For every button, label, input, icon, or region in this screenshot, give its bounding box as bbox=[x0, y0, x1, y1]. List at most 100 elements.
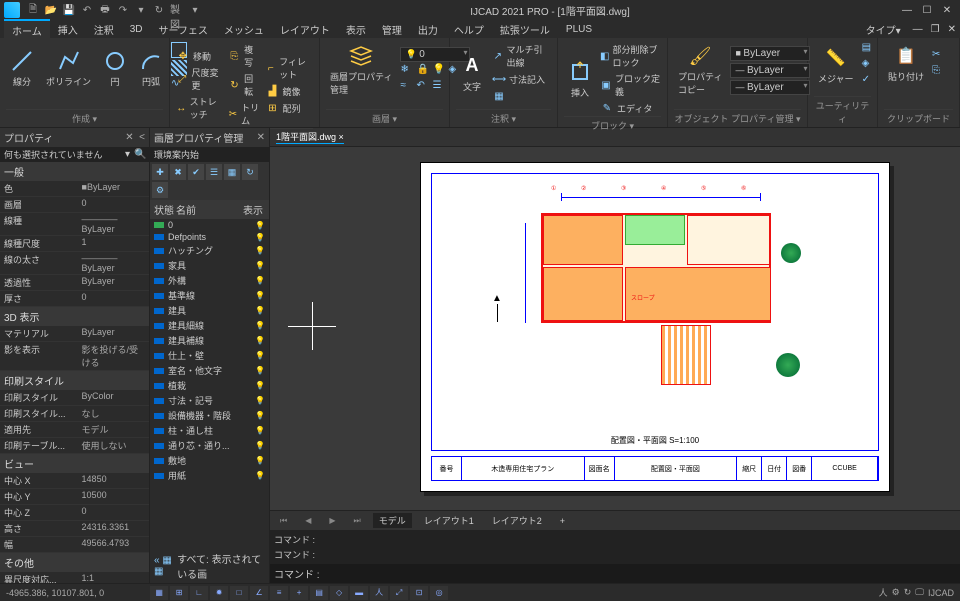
layout-tab-2[interactable]: レイアウト2 bbox=[486, 513, 548, 528]
layer-lock-icon[interactable]: 🔒 bbox=[416, 64, 430, 78]
tab-view[interactable]: 表示 bbox=[338, 20, 374, 39]
tab-first-icon[interactable]: ⏮ bbox=[274, 515, 293, 527]
prop-row[interactable]: 画層0 bbox=[0, 197, 149, 213]
tab-surface[interactable]: サーフェス bbox=[151, 20, 216, 39]
grid-toggle[interactable]: ⊞ bbox=[170, 586, 188, 600]
line-button[interactable]: 線分 bbox=[6, 47, 38, 90]
prop-row[interactable]: 中心 Z0 bbox=[0, 505, 149, 521]
prop-row[interactable]: 中心 Y10500 bbox=[0, 489, 149, 505]
chevron-down-icon[interactable]: ▾ bbox=[134, 3, 148, 17]
filter-icon[interactable]: 🔍 bbox=[134, 149, 146, 160]
util-icon1[interactable]: ▤ bbox=[862, 42, 876, 56]
layer-row[interactable]: 設備機器・階段💡 bbox=[150, 408, 269, 423]
block-partial-button[interactable]: ◧部分削除ブロック bbox=[600, 42, 661, 70]
layer-filter-icon[interactable]: ▦ bbox=[224, 164, 240, 180]
circle-button[interactable]: 円 bbox=[99, 47, 131, 90]
tab-manage[interactable]: 管理 bbox=[374, 20, 410, 39]
layer-prev-icon[interactable]: ↶ bbox=[416, 80, 430, 94]
tab-help[interactable]: ヘルプ bbox=[446, 20, 492, 39]
layer-off-icon[interactable]: 💡 bbox=[432, 64, 446, 78]
layer-row[interactable]: Defpoints💡 bbox=[150, 231, 269, 243]
annotation-scale-icon[interactable]: 人 bbox=[879, 586, 888, 599]
delete-layer-icon[interactable]: ✖ bbox=[170, 164, 186, 180]
layer-row[interactable]: 通り芯・通り...💡 bbox=[150, 438, 269, 453]
layer-row[interactable]: 家具💡 bbox=[150, 258, 269, 273]
redo-icon[interactable]: ↷ bbox=[116, 3, 130, 17]
close-button[interactable]: ✕ bbox=[938, 3, 956, 17]
layer-mgr-button[interactable]: 画層プロパティ 管理 bbox=[326, 42, 396, 98]
polyline-button[interactable]: ポリライン bbox=[42, 47, 95, 90]
layer-settings-icon[interactable]: ⚙ bbox=[152, 182, 168, 198]
copy-icon[interactable]: ⎘ bbox=[932, 65, 946, 79]
cycle-toggle[interactable]: ◎ bbox=[430, 586, 448, 600]
paste-button[interactable]: 📋貼り付け bbox=[884, 42, 928, 85]
tab-next-icon[interactable]: ▶ bbox=[323, 515, 341, 526]
current-layer-icon[interactable]: ✔ bbox=[188, 164, 204, 180]
text-button[interactable]: A文字 bbox=[456, 52, 488, 95]
layer-row[interactable]: 寸法・記号💡 bbox=[150, 393, 269, 408]
prop-category[interactable]: 印刷スタイル bbox=[0, 371, 149, 390]
layer-row[interactable]: 建具💡 bbox=[150, 303, 269, 318]
tab-last-icon[interactable]: ⏭ bbox=[348, 515, 367, 527]
block-editor-button[interactable]: ✎エディタ bbox=[600, 100, 661, 116]
prop-row[interactable]: 適用先モデル bbox=[0, 422, 149, 438]
refresh-icon[interactable]: ↻ bbox=[904, 587, 912, 598]
layer-row[interactable]: 仕上・壁💡 bbox=[150, 348, 269, 363]
layer-row[interactable]: 建具補線💡 bbox=[150, 333, 269, 348]
block-insert-button[interactable]: 挿入 bbox=[564, 58, 596, 101]
layer-freeze-icon[interactable]: ❄ bbox=[400, 64, 414, 78]
prop-row[interactable]: 線種尺度1 bbox=[0, 236, 149, 252]
prop-row[interactable]: 異尺度対応...1:1 bbox=[0, 572, 149, 583]
print-icon[interactable]: 🖶 bbox=[98, 3, 112, 17]
layer-row[interactable]: 建具細線💡 bbox=[150, 318, 269, 333]
layout-add-icon[interactable]: + bbox=[554, 515, 571, 527]
prop-row[interactable]: 印刷スタイルByColor bbox=[0, 390, 149, 406]
prop-row[interactable]: 印刷テーブル...使用しない bbox=[0, 438, 149, 454]
layer-refresh-icon[interactable]: ↻ bbox=[242, 164, 258, 180]
prop-category[interactable]: その他 bbox=[0, 553, 149, 572]
tab-mesh[interactable]: メッシュ bbox=[216, 20, 272, 39]
layer-search-input[interactable] bbox=[154, 150, 271, 160]
prop-row[interactable]: 幅49566.4793 bbox=[0, 537, 149, 553]
dropdown-icon[interactable]: ▾ bbox=[125, 149, 130, 160]
fillet-button[interactable]: ⌐フィレット bbox=[265, 54, 313, 82]
copy-button[interactable]: ⎘複写 bbox=[228, 42, 262, 70]
prop-row[interactable]: 高さ24316.3361 bbox=[0, 521, 149, 537]
tab-output[interactable]: 出力 bbox=[410, 20, 446, 39]
mdi-minimize-button[interactable]: — bbox=[909, 24, 927, 35]
util-icon3[interactable]: ✓ bbox=[862, 74, 876, 88]
measure-button[interactable]: 📏メジャー bbox=[814, 44, 858, 87]
scale-button[interactable]: ⤢尺度変更 bbox=[176, 65, 224, 93]
annot-toggle[interactable]: 人 bbox=[370, 586, 388, 600]
lwt-toggle[interactable]: ≡ bbox=[270, 586, 288, 600]
prop-row[interactable]: 影を表示影を投げる/受ける bbox=[0, 342, 149, 371]
tab-3d[interactable]: 3D bbox=[122, 22, 151, 37]
tab-annotate[interactable]: 注釈 bbox=[86, 20, 122, 39]
layer-row[interactable]: ハッチング💡 bbox=[150, 243, 269, 258]
layer-row[interactable]: 用紙💡 bbox=[150, 468, 269, 483]
layer-state-icon[interactable]: ☰ bbox=[206, 164, 222, 180]
lineweight-combo[interactable]: — ByLayer bbox=[730, 80, 810, 95]
undo-icon[interactable]: ↶ bbox=[80, 3, 94, 17]
array-button[interactable]: ⊞配列 bbox=[265, 100, 313, 116]
snap-toggle[interactable]: ▦ bbox=[150, 586, 168, 600]
prop-category[interactable]: 3D 表示 bbox=[0, 307, 149, 326]
layout-tab-1[interactable]: レイアウト1 bbox=[418, 513, 480, 528]
tab-prev-icon[interactable]: ◀ bbox=[299, 515, 317, 526]
color-combo[interactable]: ■ ByLayer bbox=[730, 46, 810, 61]
tab-insert[interactable]: 挿入 bbox=[50, 20, 86, 39]
layer-row[interactable]: 植栽💡 bbox=[150, 378, 269, 393]
prop-category[interactable]: ビュー bbox=[0, 454, 149, 473]
tab-home[interactable]: ホーム bbox=[4, 19, 50, 40]
layer-row[interactable]: 基準線💡 bbox=[150, 288, 269, 303]
layer-row[interactable]: 外構💡 bbox=[150, 273, 269, 288]
open-icon[interactable]: 📂 bbox=[44, 3, 58, 17]
selection-combo[interactable] bbox=[4, 150, 121, 160]
tab-plus[interactable]: PLUS bbox=[558, 22, 600, 37]
close-icon[interactable]: ✕ < bbox=[125, 132, 145, 143]
tab-layout[interactable]: レイアウト bbox=[272, 20, 338, 39]
redo2-icon[interactable]: ↻ bbox=[152, 3, 166, 17]
new-icon[interactable]: 🗎 bbox=[26, 3, 40, 17]
monitor-icon[interactable]: 🖵 bbox=[915, 587, 924, 598]
gear-icon[interactable]: ⚙ bbox=[892, 587, 900, 598]
